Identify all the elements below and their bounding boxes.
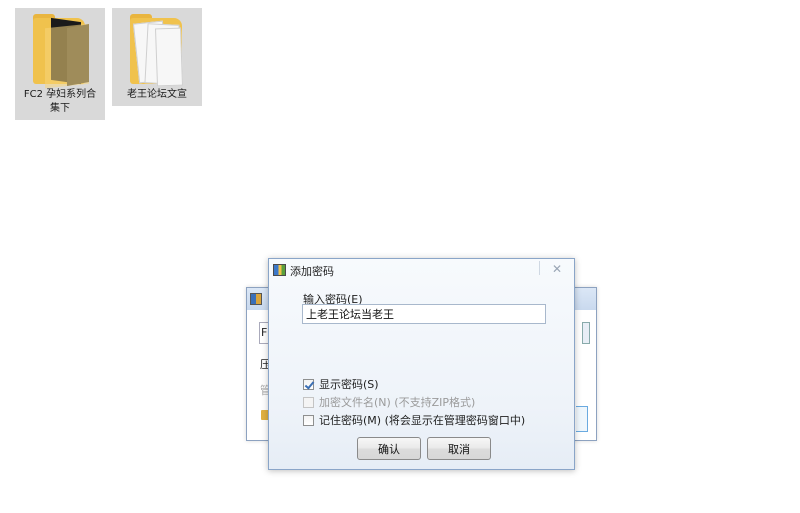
checkbox-box[interactable] <box>303 414 314 426</box>
desktop-folder-laowang[interactable]: 老王论坛文宣 <box>112 8 202 106</box>
dialog-title: 添加密码 <box>290 265 334 278</box>
desktop-folder-fc2[interactable]: FC2 孕妇系列合集下 <box>15 8 105 120</box>
checkbox-label: 加密文件名(N) (不支持ZIP格式) <box>319 396 476 409</box>
checkbox-label: 显示密码(S) <box>319 378 379 391</box>
winrar-app-icon <box>273 264 286 276</box>
folder-label: FC2 孕妇系列合集下 <box>23 89 97 114</box>
checkbox-label: 记住密码(M) (将会显示在管理密码窗口中) <box>319 414 526 427</box>
background-text: F <box>261 326 268 339</box>
folder-label: 老王论坛文宣 <box>127 89 187 100</box>
background-button <box>576 406 588 432</box>
add-password-dialog: 添加密码 ✕ 输入密码(E) 显示密码(S) 加密文件名(N) (不支持ZIP格… <box>268 258 575 470</box>
app-icon <box>250 293 262 305</box>
encrypt-filenames-checkbox: 加密文件名(N) (不支持ZIP格式) <box>303 394 475 410</box>
background-button <box>582 322 590 344</box>
ok-button[interactable]: 确认 <box>357 437 421 460</box>
remember-password-checkbox[interactable]: 记住密码(M) (将会显示在管理密码窗口中) <box>303 412 525 428</box>
checkbox-box[interactable] <box>303 378 314 390</box>
folder-icon <box>15 8 105 89</box>
show-password-checkbox[interactable]: 显示密码(S) <box>303 376 379 392</box>
cancel-button[interactable]: 取消 <box>427 437 491 460</box>
dialog-titlebar[interactable]: 添加密码 ✕ <box>269 259 574 281</box>
checkbox-box <box>303 396 314 408</box>
titlebar-divider <box>539 261 540 275</box>
close-icon[interactable]: ✕ <box>550 262 564 276</box>
password-input[interactable] <box>302 304 546 324</box>
folder-icon <box>112 8 202 88</box>
